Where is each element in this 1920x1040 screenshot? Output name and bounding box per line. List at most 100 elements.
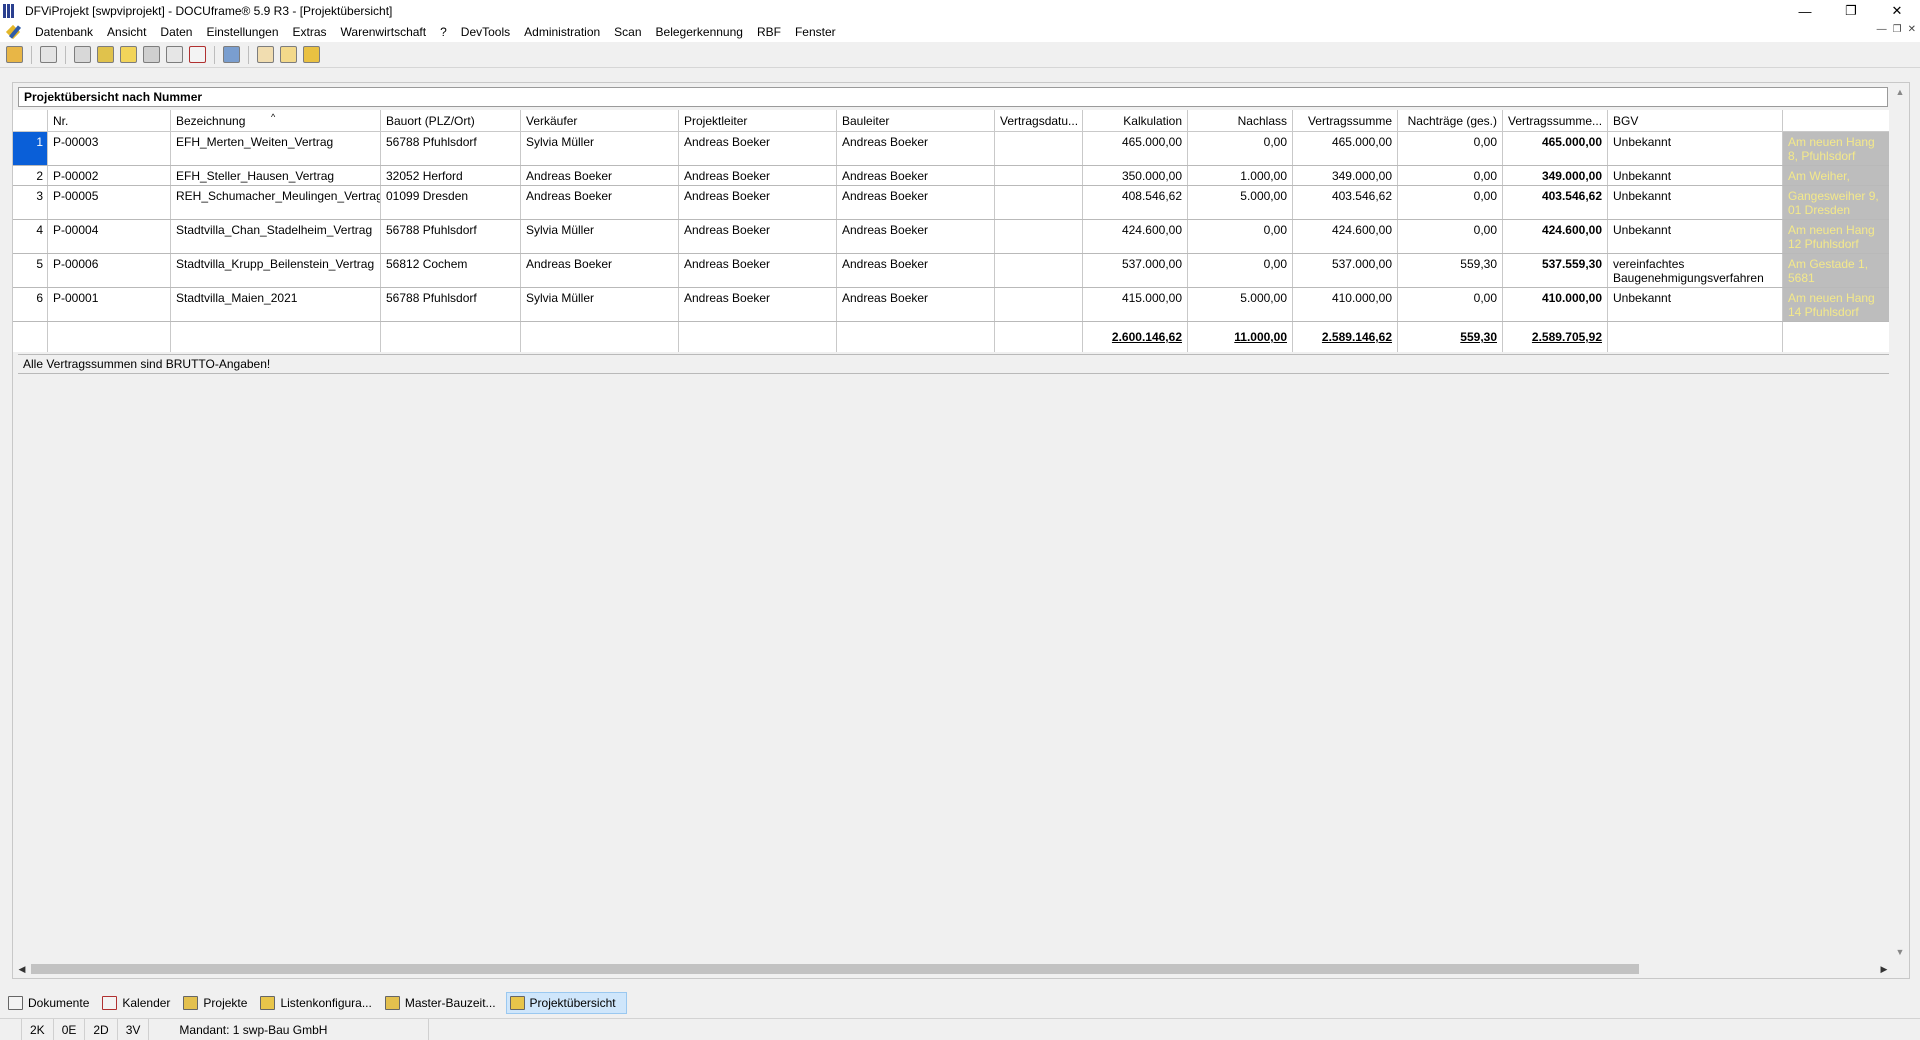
list-icon[interactable]	[97, 46, 114, 63]
new-document-icon[interactable]	[257, 46, 274, 63]
project-table: Nr. Bezeichnung ^ Bauort (PLZ/Ort) Verkäu…	[13, 110, 1889, 352]
cell-bauort: 56788 Pfuhlsdorf	[381, 288, 521, 321]
vertical-scrollbar[interactable]: ▲ ▼	[1891, 83, 1909, 961]
column-header-bauleiter[interactable]: Bauleiter	[837, 110, 995, 131]
minimize-button[interactable]: —	[1782, 0, 1828, 22]
menu-help[interactable]: ?	[433, 22, 454, 42]
row-index[interactable]: 5	[13, 254, 48, 287]
menu-administration[interactable]: Administration	[517, 22, 607, 42]
totals-empty	[1783, 322, 1889, 352]
totals-row: 2.600.146,62 11.000,00 2.589.146,62 559,…	[13, 322, 1889, 352]
total-nachlass: 11.000,00	[1188, 322, 1293, 352]
cell-vertragssumme: 465.000,00	[1293, 132, 1398, 165]
menu-devtools[interactable]: DevTools	[454, 22, 517, 42]
cell-nachlass: 1.000,00	[1188, 166, 1293, 185]
cell-vertragsdatum	[995, 288, 1083, 321]
menu-fenster[interactable]: Fenster	[788, 22, 843, 42]
address-card-icon[interactable]	[74, 46, 91, 63]
column-header-nachtraege[interactable]: Nachträge (ges.)	[1398, 110, 1503, 131]
cell-bauleiter: Andreas Boeker	[837, 166, 995, 185]
cell-vertragsdatum	[995, 220, 1083, 253]
cell-nachlass: 0,00	[1188, 254, 1293, 287]
menu-daten[interactable]: Daten	[153, 22, 199, 42]
menu-einstellungen[interactable]: Einstellungen	[199, 22, 285, 42]
column-header-projektleiter[interactable]: Projektleiter	[679, 110, 837, 131]
row-index[interactable]: 6	[13, 288, 48, 321]
toolbar-separator	[31, 45, 32, 64]
phone-icon[interactable]	[223, 46, 240, 63]
menu-scan[interactable]: Scan	[607, 22, 648, 42]
open-folder-icon[interactable]	[6, 46, 23, 63]
tab-label: Dokumente	[28, 996, 90, 1010]
menu-ansicht[interactable]: Ansicht	[100, 22, 153, 42]
column-header-vertragsdatum[interactable]: Vertragsdatu...	[995, 110, 1083, 131]
mdi-minimize-icon[interactable]: —	[1877, 24, 1887, 35]
table-row[interactable]: 4 P-00004 Stadtvilla_Chan_Stadelheim_Ver…	[13, 220, 1889, 254]
column-header-bgv[interactable]: BGV	[1608, 110, 1783, 131]
row-index[interactable]: 4	[13, 220, 48, 253]
scroll-down-icon[interactable]: ▼	[1891, 943, 1909, 961]
status-v: 3V	[118, 1018, 150, 1040]
table-row[interactable]: 2 P-00002 EFH_Steller_Hausen_Vertrag 320…	[13, 166, 1889, 186]
row-index[interactable]: 2	[13, 166, 48, 185]
tab-master-bauzeit[interactable]: Master-Bauzeit...	[382, 992, 506, 1014]
restore-button[interactable]: ❐	[1828, 0, 1874, 22]
document-icon[interactable]	[166, 46, 183, 63]
tab-projektuebersicht[interactable]: Projektübersicht	[505, 992, 627, 1014]
totals-empty	[837, 322, 995, 352]
scroll-right-icon[interactable]: ▶	[1875, 960, 1893, 978]
mdi-close-icon[interactable]: ✕	[1908, 24, 1916, 35]
column-header-adresse[interactable]	[1783, 110, 1889, 131]
cell-adresse: Am neuen Hang 12 Pfuhlsdorf	[1783, 220, 1889, 253]
row-index[interactable]: 3	[13, 186, 48, 219]
cell-bauleiter: Andreas Boeker	[837, 254, 995, 287]
table-row[interactable]: 5 P-00006 Stadtvilla_Krupp_Beilenstein_V…	[13, 254, 1889, 288]
menu-warenwirtschaft[interactable]: Warenwirtschaft	[334, 22, 434, 42]
mdi-restore-icon[interactable]: ❐	[1893, 24, 1902, 35]
column-header-vertragssumme[interactable]: Vertragssumme	[1293, 110, 1398, 131]
cell-vertragssumme: 403.546,62	[1293, 186, 1398, 219]
column-header-vertragssumme-gesamt[interactable]: Vertragssumme...	[1503, 110, 1608, 131]
export-icon[interactable]	[303, 46, 320, 63]
tab-kalender[interactable]: Kalender	[99, 992, 180, 1014]
column-header-kalkulation[interactable]: Kalkulation	[1083, 110, 1188, 131]
menu-rbf[interactable]: RBF	[750, 22, 788, 42]
projects-icon	[183, 996, 199, 1010]
note-icon[interactable]	[120, 46, 137, 63]
column-header-nachlass[interactable]: Nachlass	[1188, 110, 1293, 131]
tab-projekte[interactable]: Projekte	[180, 992, 257, 1014]
table-row[interactable]: 1 P-00003 EFH_Merten_Weiten_Vertrag 5678…	[13, 132, 1889, 166]
table-row[interactable]: 6 P-00001 Stadtvilla_Maien_2021 56788 Pf…	[13, 288, 1889, 322]
mail-icon[interactable]	[280, 46, 297, 63]
cell-bezeichnung: Stadtvilla_Maien_2021	[171, 288, 381, 321]
table-row[interactable]: 3 P-00005 REH_Schumacher_Meulingen_Vertr…	[13, 186, 1889, 220]
horizontal-scrollbar[interactable]: ◀ ▶	[13, 960, 1893, 978]
calendar-icon[interactable]	[189, 46, 206, 63]
tab-listenkonfiguration[interactable]: Listenkonfigura...	[257, 992, 381, 1014]
cell-bauort: 56812 Cochem	[381, 254, 521, 287]
cell-adresse: Am Weiher, 32052 H	[1783, 166, 1889, 185]
status-k: 2K	[22, 1018, 54, 1040]
column-header-verkaeufer[interactable]: Verkäufer	[521, 110, 679, 131]
print-icon[interactable]	[40, 46, 57, 63]
menu-datenbank[interactable]: Datenbank	[28, 22, 100, 42]
tab-label: Projektübersicht	[529, 996, 616, 1010]
row-index[interactable]: 1	[13, 132, 48, 165]
column-header-bezeichnung[interactable]: Bezeichnung ^	[171, 110, 381, 131]
column-header-nr[interactable]: Nr.	[48, 110, 171, 131]
cell-verkaeufer: Sylvia Müller	[521, 132, 679, 165]
app-menu-icon[interactable]	[6, 24, 24, 40]
total-vertragssumme-gesamt-value: 2.589.705,92	[1531, 330, 1602, 344]
cell-verkaeufer: Sylvia Müller	[521, 220, 679, 253]
menu-belegerkennung[interactable]: Belegerkennung	[649, 22, 750, 42]
tab-dokumente[interactable]: Dokumente	[5, 992, 99, 1014]
close-button[interactable]: ✕	[1874, 0, 1920, 22]
cell-vertragssumme-gesamt: 537.559,30	[1503, 254, 1608, 287]
menu-extras[interactable]: Extras	[286, 22, 334, 42]
scroll-left-icon[interactable]: ◀	[13, 960, 31, 978]
cell-vertragssumme: 424.600,00	[1293, 220, 1398, 253]
horizontal-scroll-thumb[interactable]	[31, 964, 1639, 974]
scroll-up-icon[interactable]: ▲	[1891, 83, 1909, 101]
attachment-icon[interactable]	[143, 46, 160, 63]
column-header-bauort[interactable]: Bauort (PLZ/Ort)	[381, 110, 521, 131]
